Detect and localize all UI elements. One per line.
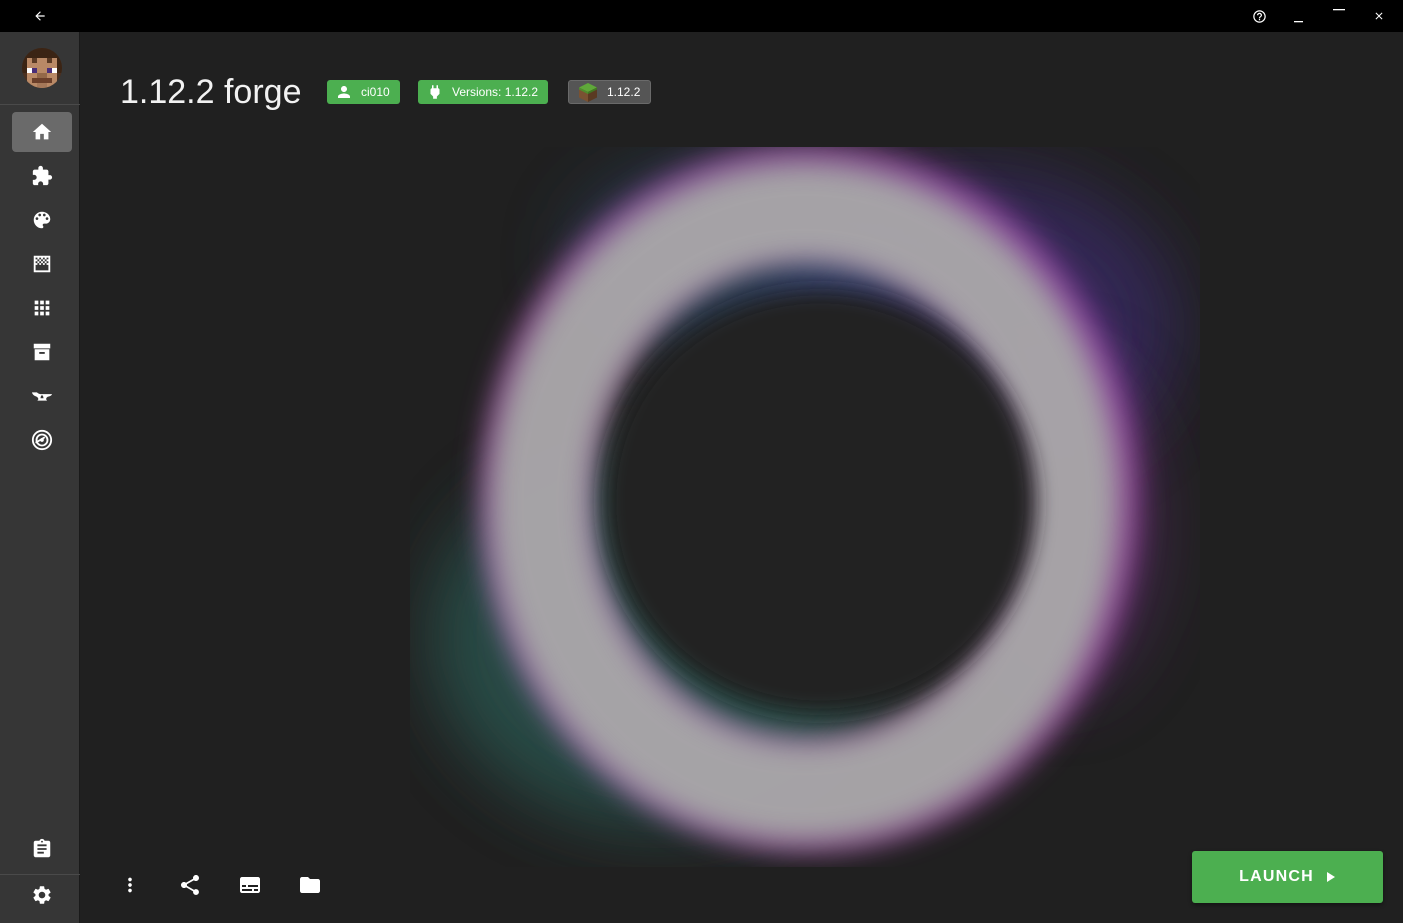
- minimize-button[interactable]: [1279, 0, 1319, 32]
- home-icon: [32, 123, 52, 140]
- minimize-icon: [1294, 21, 1303, 23]
- grid-icon: [34, 300, 50, 316]
- share-icon: [181, 875, 199, 895]
- gear-icon: [33, 886, 51, 904]
- open-folder-button[interactable]: [290, 870, 330, 900]
- close-icon: [1375, 12, 1383, 20]
- minecraft-version-chip[interactable]: 1.12.2: [568, 80, 652, 104]
- subtitles-icon: [240, 877, 260, 893]
- power-plug-icon: [430, 85, 440, 99]
- sidebar-item-curseforge[interactable]: [12, 376, 72, 416]
- anvil-icon: [31, 392, 53, 401]
- help-circle-icon: [1252, 9, 1266, 23]
- sidebar-item-mods[interactable]: [12, 156, 72, 196]
- clipboard-icon: [33, 838, 51, 858]
- sidebar-divider: [0, 104, 80, 105]
- instance-title: 1.12.2 forge: [120, 73, 302, 111]
- sidebar: [0, 32, 80, 923]
- sidebar-item-modpacks[interactable]: [12, 288, 72, 328]
- palette-icon: [33, 211, 51, 229]
- sidebar-item-resourcepacks[interactable]: [12, 200, 72, 240]
- dots-vertical-icon: [128, 877, 132, 893]
- player-avatar[interactable]: [22, 48, 62, 88]
- background-ring-visual: [430, 147, 1180, 852]
- maximize-button[interactable]: [1319, 0, 1359, 32]
- account-icon: [338, 86, 350, 98]
- user-chip[interactable]: ci010: [327, 80, 400, 104]
- back-button[interactable]: [20, 0, 60, 32]
- versions-chip[interactable]: Versions: 1.12.2: [418, 80, 549, 104]
- player-skin-avatar: [22, 48, 62, 88]
- play-triangle-icon: [1326, 872, 1335, 882]
- maximize-icon: [1333, 9, 1345, 11]
- close-button[interactable]: [1359, 0, 1399, 32]
- launch-button[interactable]: LAUNCH: [1192, 851, 1383, 903]
- sidebar-item-shaderpacks[interactable]: [12, 244, 72, 284]
- window-titlebar: [0, 0, 1403, 32]
- arrow-left-icon: [35, 11, 45, 21]
- versions-chip-label: Versions: 1.12.2: [452, 85, 539, 99]
- sidebar-item-saves[interactable]: [12, 332, 72, 372]
- sidebar-item-home[interactable]: [12, 112, 72, 152]
- help-button[interactable]: [1239, 0, 1279, 32]
- user-chip-label: ci010: [361, 85, 390, 99]
- instance-home: 1.12.2 forge ci010 Versions: 1.12.2 1.12…: [80, 32, 1403, 923]
- more-options-button[interactable]: [110, 870, 150, 900]
- grass-block-icon: [579, 83, 597, 102]
- archive-icon: [33, 343, 51, 361]
- texture-icon: [33, 255, 51, 273]
- sidebar-item-tasks[interactable]: [12, 829, 72, 869]
- folder-icon: [300, 877, 320, 893]
- modrinth-icon: [31, 429, 53, 451]
- launch-button-label: LAUNCH: [1239, 868, 1314, 885]
- minecraft-version-chip-label: 1.12.2: [607, 85, 641, 99]
- sidebar-item-modrinth[interactable]: [12, 420, 72, 460]
- logs-button[interactable]: [230, 870, 270, 900]
- sidebar-item-settings[interactable]: [12, 875, 72, 915]
- puzzle-icon: [32, 165, 53, 186]
- share-button[interactable]: [170, 870, 210, 900]
